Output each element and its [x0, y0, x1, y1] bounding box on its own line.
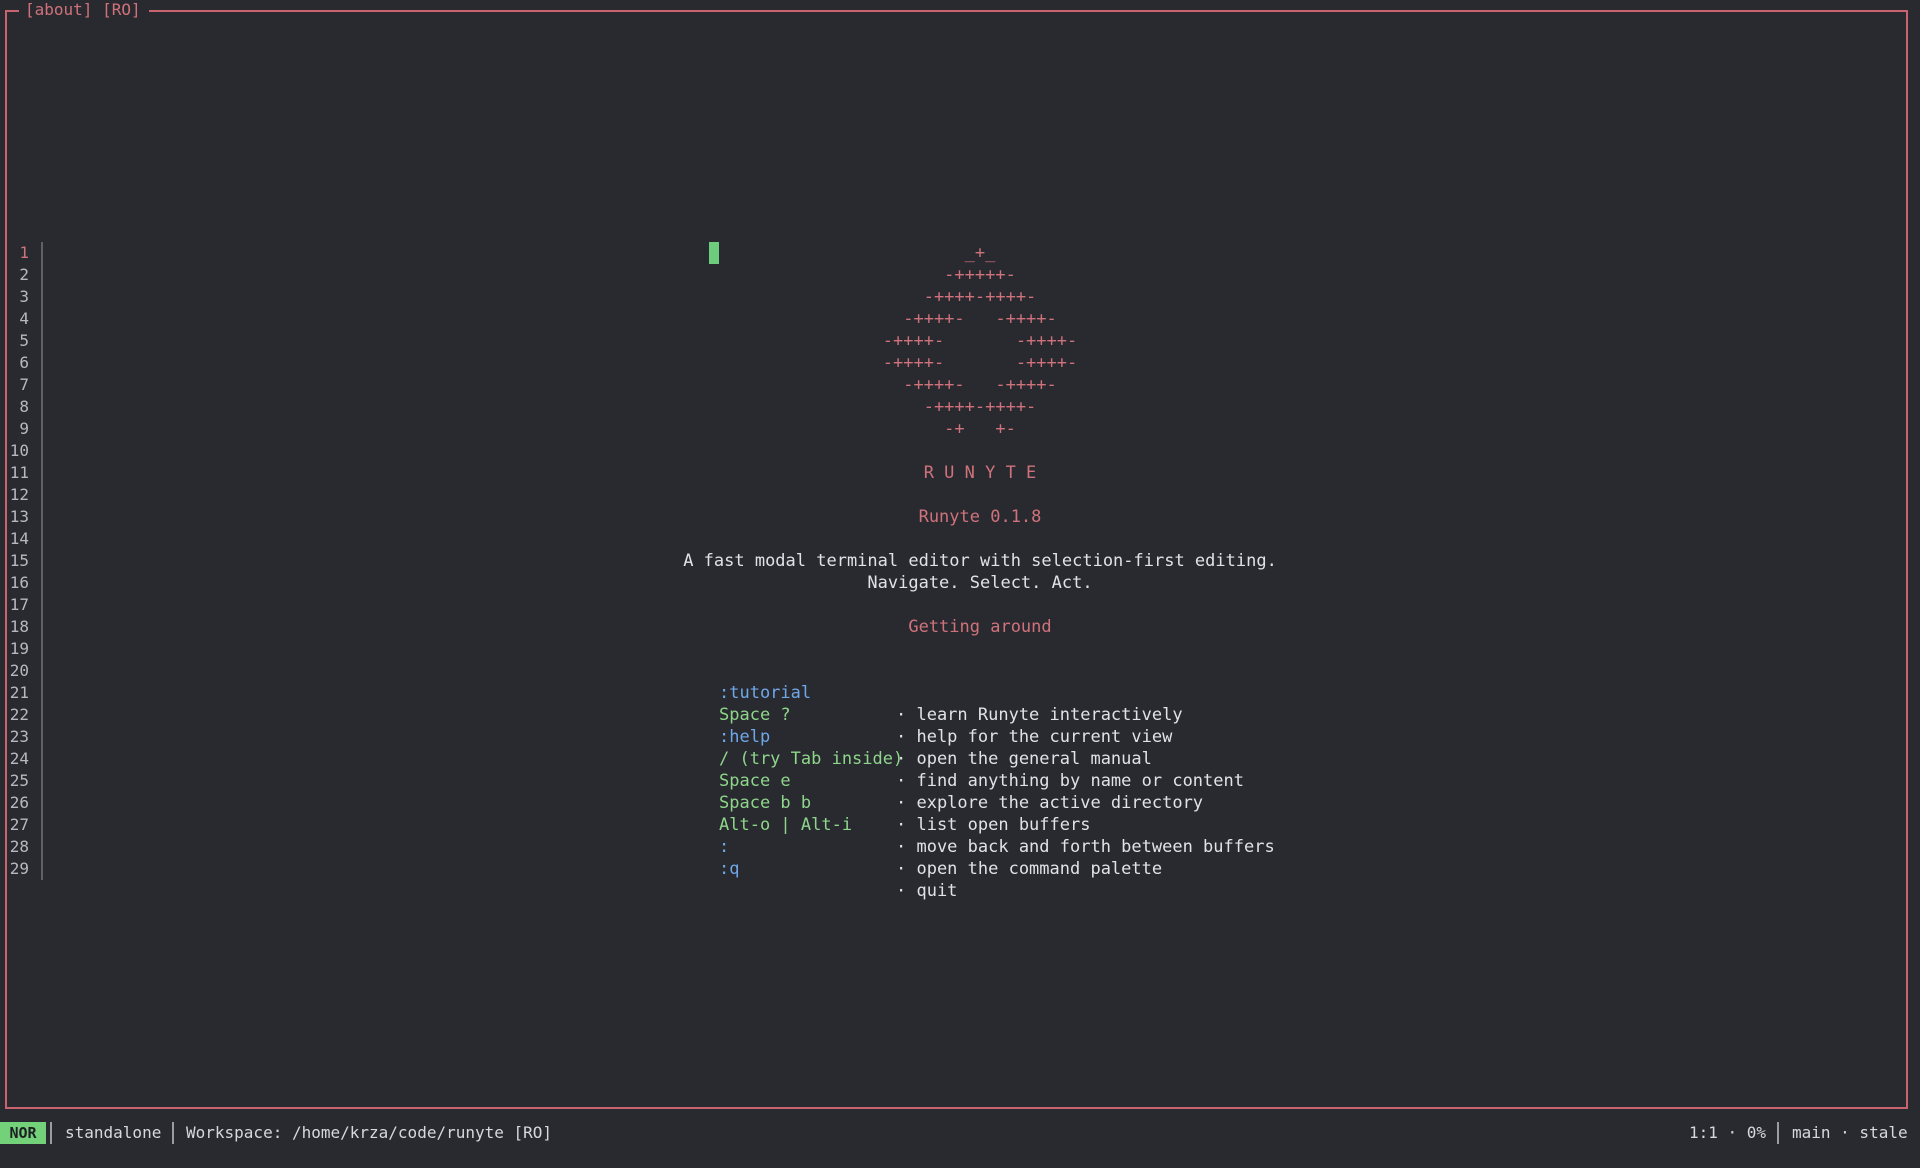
- keybinding-row: :help · open the general manual: [0, 704, 1920, 769]
- workspace-path: Workspace: /home/krza/code/runyte [RO]: [186, 1123, 553, 1142]
- keybinding-row: Space b b · list open buffers: [0, 770, 1920, 835]
- keybinding-description: · quit: [896, 881, 958, 901]
- status-bar: NOR standalone Workspace: /home/krza/cod…: [0, 1120, 1920, 1146]
- status-separator: [172, 1122, 174, 1144]
- keybinding-row: / (try Tab inside) · find anything by na…: [0, 726, 1920, 791]
- logo-line: -++++- -++++-: [903, 375, 1057, 395]
- status-separator: [50, 1122, 52, 1144]
- keybinding-row: :q · quit: [0, 836, 1920, 901]
- logo-line: -+++++-: [944, 265, 1016, 285]
- buffer-title: [about] [RO]: [19, 0, 149, 20]
- keybinding-row: Alt-o | Alt-i · move back and forth betw…: [0, 792, 1920, 857]
- app-tagline: A fast modal terminal editor with select…: [683, 551, 1277, 571]
- session-label: standalone: [65, 1123, 162, 1142]
- about-content: _+_ -+++++- -++++-++++- -++++- -++++- -+…: [0, 242, 1920, 901]
- keybinding-row: Space e · explore the active directory: [0, 748, 1920, 813]
- logo-line: -++++-++++-: [923, 397, 1037, 417]
- keybinding-key: :q: [719, 859, 740, 879]
- keybinding-row: :tutorial · learn Runyte interactively: [0, 660, 1920, 725]
- logo-line: -++++- -++++-: [882, 353, 1078, 373]
- keybinding-row: : · open the command palette: [0, 814, 1920, 879]
- keybinding-row: Space ? · help for the current view: [0, 682, 1920, 747]
- git-branch-status: main · stale: [1792, 1123, 1908, 1142]
- logo-line: -++++- -++++-: [882, 331, 1078, 351]
- cursor-position: 1:1 · 0%: [1689, 1123, 1767, 1142]
- logo-line: -++++-++++-: [923, 287, 1037, 307]
- logo-line: -++++- -++++-: [903, 309, 1057, 329]
- logo-line: _+_: [964, 243, 996, 263]
- app-motto: Navigate. Select. Act.: [867, 573, 1093, 593]
- app-wordmark: R U N Y T E: [923, 463, 1037, 483]
- status-separator: [1777, 1122, 1779, 1144]
- section-title: Getting around: [908, 617, 1052, 637]
- mode-indicator: NOR: [0, 1122, 46, 1144]
- app-version: Runyte 0.1.8: [918, 507, 1042, 527]
- keybinding-description: · open the command palette: [896, 859, 1163, 879]
- logo-line: -+ +-: [944, 419, 1016, 439]
